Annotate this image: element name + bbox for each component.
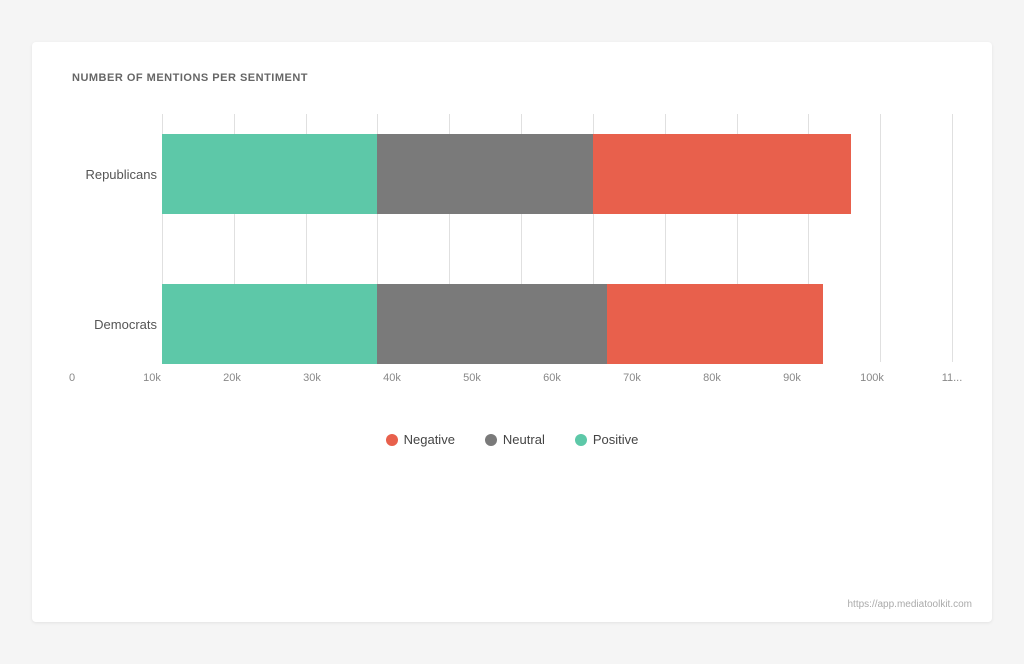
- bar-neutral: [377, 134, 592, 214]
- bar-neutral: [377, 284, 607, 364]
- chart-container: NUMBER OF MENTIONS PER SENTIMENT Republi…: [32, 42, 992, 622]
- bar-negative: [607, 284, 822, 364]
- x-label: 50k: [463, 372, 481, 384]
- bar-label-democrats: Democrats: [72, 317, 157, 332]
- x-label: 40k: [383, 372, 401, 384]
- legend-item-neutral: Neutral: [485, 432, 545, 447]
- legend-label-positive: Positive: [593, 432, 639, 447]
- legend-item-negative: Negative: [386, 432, 455, 447]
- legend-item-positive: Positive: [575, 432, 639, 447]
- bar-group-democrats: [162, 284, 952, 364]
- legend-dot-positive: [575, 434, 587, 446]
- bar-group-republicans: [162, 134, 952, 214]
- bar-positive: [162, 134, 377, 214]
- chart-area: Republicans Democrats: [72, 114, 952, 364]
- chart-title: NUMBER OF MENTIONS PER SENTIMENT: [72, 72, 952, 84]
- x-label: 60k: [543, 372, 561, 384]
- url-label: https://app.mediatoolkit.com: [847, 599, 972, 610]
- legend-label-neutral: Neutral: [503, 432, 545, 447]
- x-label: 80k: [703, 372, 721, 384]
- x-axis: 010k20k30k40k50k60k70k80k90k100k11...: [72, 372, 952, 392]
- legend-label-negative: Negative: [404, 432, 455, 447]
- x-label: 0: [69, 372, 75, 384]
- x-label: 30k: [303, 372, 321, 384]
- x-label: 100k: [860, 372, 884, 384]
- bar-negative: [593, 134, 852, 214]
- bar-label-republicans: Republicans: [72, 167, 157, 182]
- x-label: 70k: [623, 372, 641, 384]
- legend-dot-neutral: [485, 434, 497, 446]
- x-label: 90k: [783, 372, 801, 384]
- x-label: 11...: [942, 372, 963, 384]
- bar-row-republicans: Republicans: [162, 134, 952, 214]
- x-label: 10k: [143, 372, 161, 384]
- bar-row-democrats: Democrats: [162, 284, 952, 364]
- legend-dot-negative: [386, 434, 398, 446]
- bar-positive: [162, 284, 377, 364]
- chart-inner: Republicans Democrats 0 10k 20k 30k 40k 50k 60k…: [72, 114, 952, 392]
- x-label: 20k: [223, 372, 241, 384]
- legend: Negative Neutral Positive: [72, 432, 952, 447]
